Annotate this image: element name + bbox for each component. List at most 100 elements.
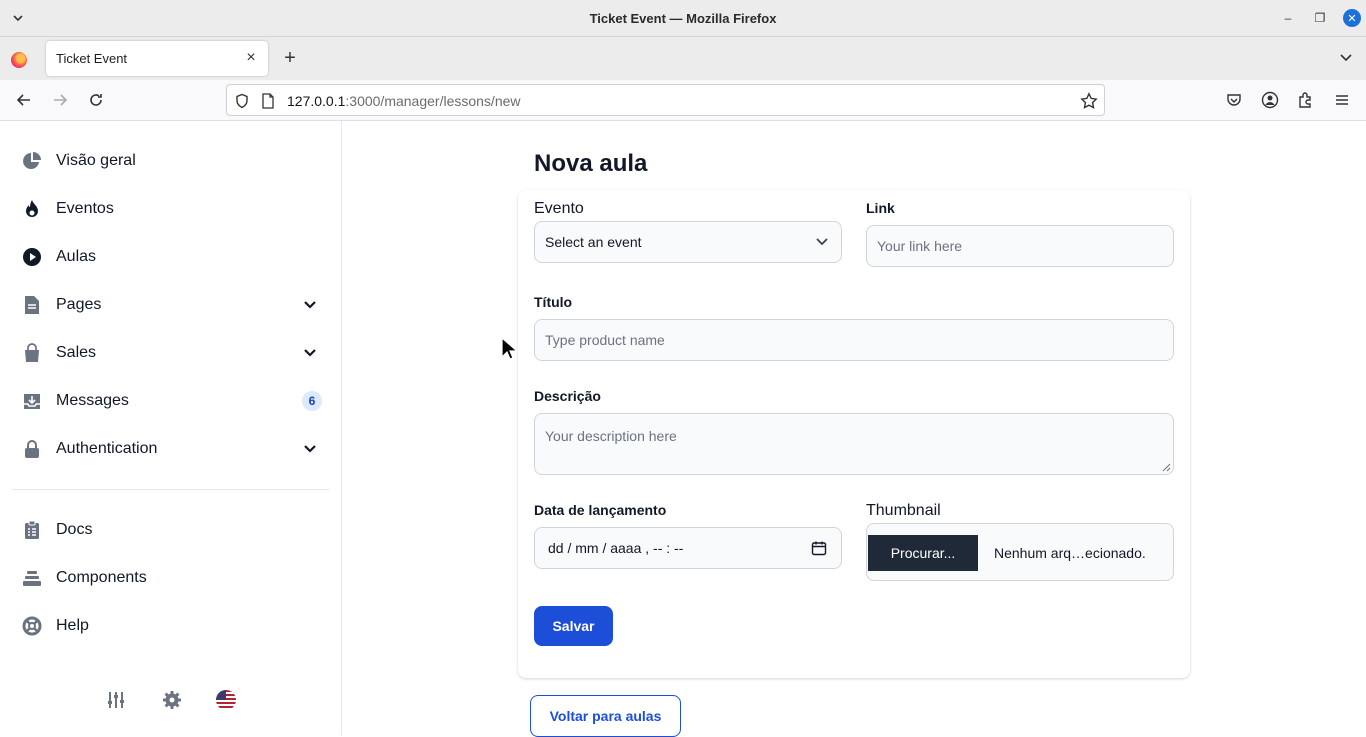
reload-icon	[90, 94, 102, 106]
list-all-tabs-icon[interactable]	[1338, 49, 1354, 65]
back-to-lessons-button[interactable]: Voltar para aulas	[530, 695, 681, 737]
sidebar-item-sales[interactable]: Sales	[12, 333, 330, 373]
back-button[interactable]	[14, 90, 34, 110]
chevron-down-icon	[816, 238, 828, 246]
document-icon	[12, 285, 52, 325]
messages-count-badge: 6	[302, 391, 322, 411]
arrow-left-icon	[16, 94, 30, 106]
sidebar-item-aulas[interactable]: Aulas	[12, 237, 330, 277]
menu-button[interactable]	[1332, 90, 1352, 110]
shopping-bag-icon	[12, 333, 52, 373]
close-window-button[interactable]: ✕	[1343, 9, 1361, 27]
sidebar-item-authentication[interactable]: Authentication	[12, 429, 330, 469]
sidebar: Visão geral Eventos Aulas Pages Sales Me…	[0, 121, 342, 735]
chevron-down-icon[interactable]	[298, 293, 322, 317]
resize-handle-icon[interactable]	[1161, 462, 1171, 472]
window-title: Ticket Event — Mozilla Firefox	[589, 11, 777, 26]
sidebar-item-label: Messages	[56, 392, 129, 409]
navigation-toolbar: 127.0.0.1:3000/manager/lessons/new	[0, 80, 1366, 121]
sidebar-item-components[interactable]: Components	[12, 558, 330, 598]
descricao-placeholder: Your description here	[545, 428, 677, 444]
minimize-button[interactable]: –	[1279, 9, 1297, 27]
thumbnail-label: Thumbnail	[866, 502, 941, 519]
url-bar[interactable]: 127.0.0.1:3000/manager/lessons/new	[226, 84, 1105, 116]
window-titlebar: Ticket Event — Mozilla Firefox – ❐ ✕	[0, 0, 1366, 37]
firefox-logo-icon	[11, 52, 27, 68]
inbox-icon	[12, 381, 52, 421]
sidebar-item-visao-geral[interactable]: Visão geral	[12, 141, 330, 181]
calendar-icon[interactable]	[811, 540, 827, 556]
evento-select[interactable]: Select an event	[534, 221, 842, 263]
page-title: Nova aula	[534, 150, 648, 177]
evento-select-value: Select an event	[545, 234, 642, 250]
star-icon[interactable]	[1080, 92, 1098, 110]
thumbnail-file-input[interactable]: Procurar... Nenhum arq…ecionado.	[866, 523, 1174, 581]
fire-icon	[12, 189, 52, 229]
save-button[interactable]: Salvar	[534, 606, 613, 646]
chevron-down-icon[interactable]	[298, 341, 322, 365]
sidebar-item-docs[interactable]: Docs	[12, 510, 330, 550]
sidebar-item-label: Sales	[56, 344, 97, 361]
sidebar-item-label: Components	[56, 569, 147, 586]
tab-label: Ticket Event	[56, 51, 128, 66]
sidebar-item-help[interactable]: Help	[12, 606, 330, 646]
titulo-label: Título	[534, 294, 573, 310]
page-icon[interactable]	[259, 92, 277, 110]
forward-button[interactable]	[50, 90, 70, 110]
sidebar-item-label: Aulas	[56, 248, 97, 265]
url-text[interactable]: 127.0.0.1:3000/manager/lessons/new	[287, 93, 521, 109]
account-button[interactable]	[1260, 90, 1280, 110]
us-flag-icon	[216, 690, 236, 710]
gear-icon	[163, 691, 181, 709]
lock-icon	[12, 429, 52, 469]
layers-icon	[12, 558, 52, 598]
sidebar-item-label: Eventos	[56, 200, 114, 217]
restore-button[interactable]: ❐	[1311, 9, 1329, 27]
chevron-down-icon[interactable]	[298, 437, 322, 461]
data-lancamento-input[interactable]: dd / mm / aaaa , -- : --	[534, 527, 842, 569]
reload-button[interactable]	[86, 90, 106, 110]
sidebar-item-pages[interactable]: Pages	[12, 285, 330, 325]
hamburger-icon	[1336, 95, 1348, 105]
play-circle-icon	[12, 237, 52, 277]
account-icon	[1261, 91, 1279, 109]
sidebar-item-label: Authentication	[56, 440, 158, 457]
tab-bar: Ticket Event × +	[0, 37, 1366, 80]
pie-chart-icon	[12, 141, 52, 181]
data-lancamento-label: Data de lançamento	[534, 502, 667, 518]
clipboard-icon	[12, 510, 52, 550]
adjustments-button[interactable]	[103, 687, 129, 713]
new-tab-button[interactable]: +	[280, 48, 300, 68]
titulo-input[interactable]: Type product name	[534, 319, 1174, 361]
mouse-cursor-icon	[501, 337, 519, 360]
descricao-textarea[interactable]: Your description here	[534, 413, 1174, 475]
link-label: Link	[866, 200, 895, 216]
titulo-placeholder: Type product name	[545, 332, 665, 348]
link-placeholder: Your link here	[877, 238, 963, 254]
pocket-icon	[1227, 94, 1241, 106]
puzzle-icon	[1299, 92, 1311, 108]
settings-button[interactable]	[159, 687, 185, 713]
sidebar-item-label: Help	[56, 617, 89, 634]
sidebar-item-messages[interactable]: Messages 6	[12, 381, 330, 421]
datetime-placeholder: dd / mm / aaaa , -- : --	[548, 540, 684, 556]
tab-ticket-event[interactable]: Ticket Event ×	[46, 41, 268, 76]
arrow-right-icon	[54, 94, 68, 106]
shield-icon[interactable]	[233, 92, 251, 110]
lifebuoy-icon	[12, 606, 52, 646]
browse-button[interactable]: Procurar...	[868, 535, 978, 571]
sidebar-item-label: Visão geral	[56, 152, 136, 169]
pocket-button[interactable]	[1224, 90, 1244, 110]
descricao-label: Descrição	[534, 388, 601, 404]
close-tab-icon[interactable]: ×	[242, 49, 260, 67]
sidebar-item-eventos[interactable]: Eventos	[12, 189, 330, 229]
evento-label: Evento	[534, 200, 584, 217]
link-input[interactable]: Your link here	[866, 225, 1174, 267]
file-name-text: Nenhum arq…ecionado.	[994, 545, 1146, 561]
sidebar-divider	[12, 489, 329, 490]
sliders-icon	[108, 692, 124, 708]
sidebar-item-label: Pages	[56, 296, 102, 313]
language-selector[interactable]	[213, 687, 239, 713]
sidebar-item-label: Docs	[56, 521, 93, 538]
extensions-button[interactable]	[1296, 90, 1316, 110]
